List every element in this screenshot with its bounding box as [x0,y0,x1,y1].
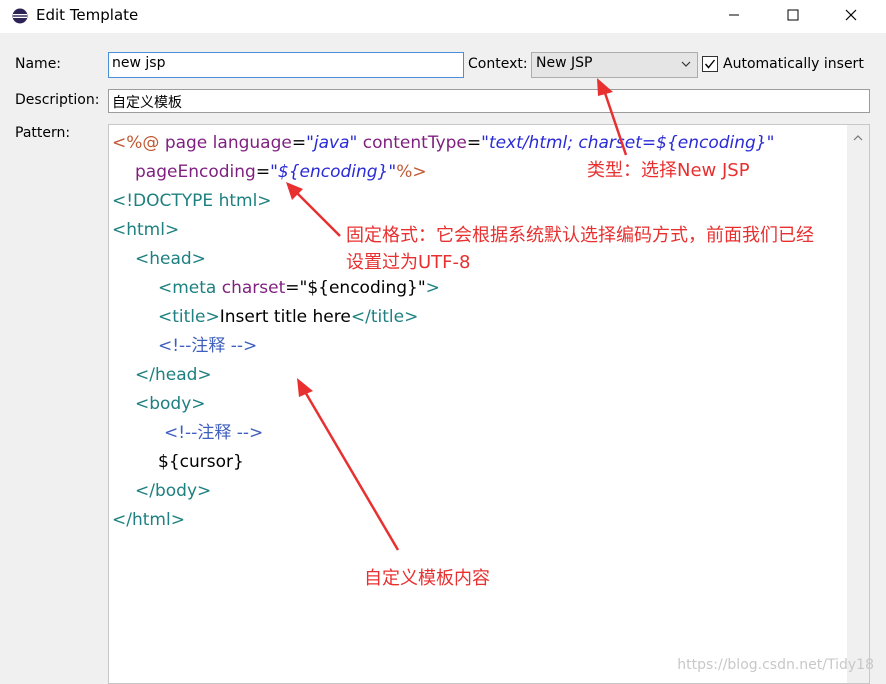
format-annotation-line1: 固定格式：它会根据系统默认选择编码方式，前面我们已经 [346,225,814,246]
format-annotation-line2: 设置过为UTF-8 [346,252,471,273]
content-annotation: 自定义模板内容 [364,568,490,589]
type-annotation: 类型：选择New JSP [587,160,750,181]
watermark: https://blog.csdn.net/Tidy18 [677,657,874,673]
